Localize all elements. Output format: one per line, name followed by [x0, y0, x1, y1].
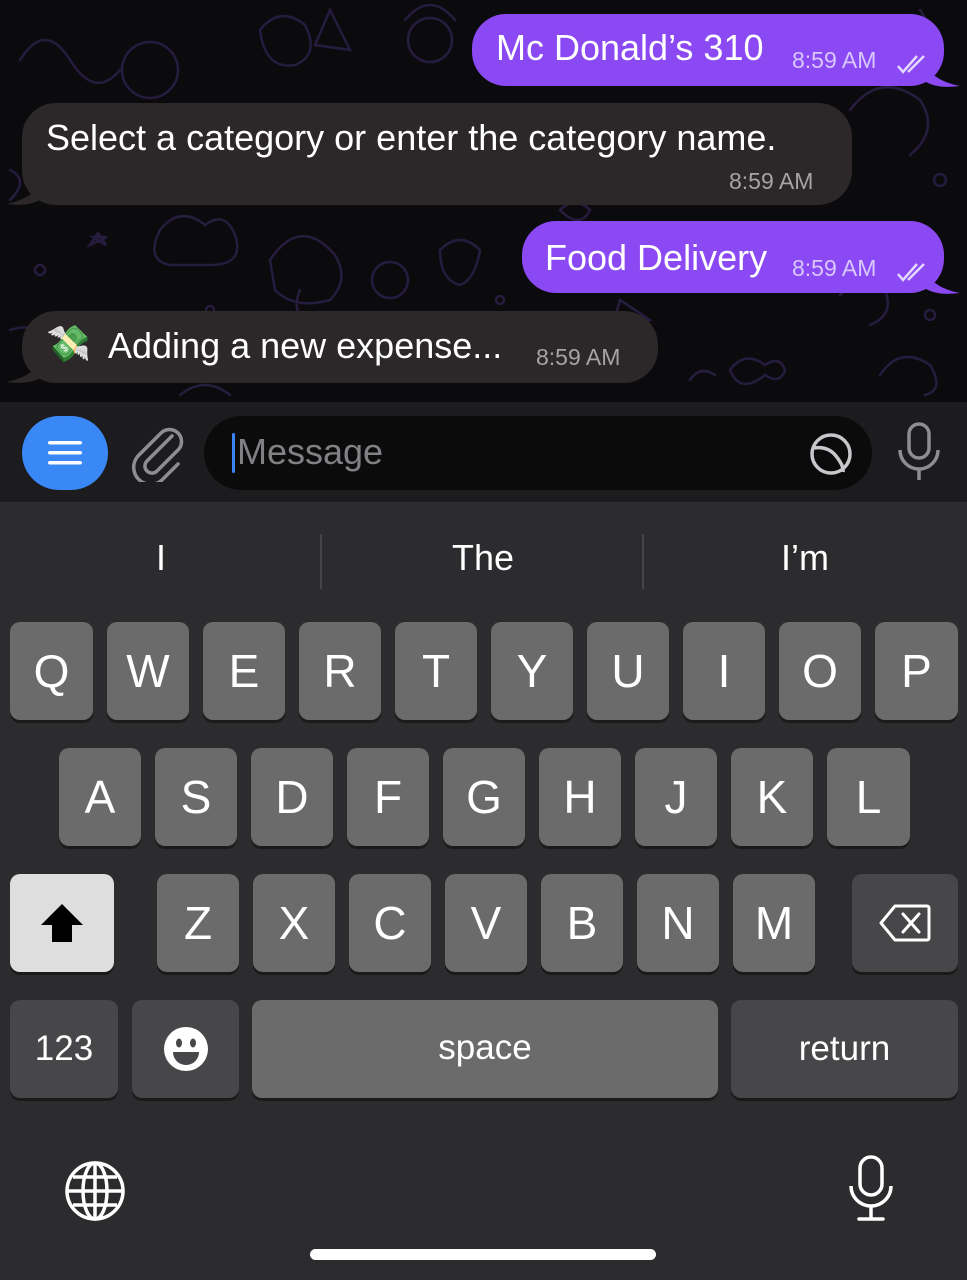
key-a[interactable]: A [59, 748, 141, 846]
key-l[interactable]: L [827, 748, 910, 846]
message-time: 8:59 AM [729, 168, 814, 194]
bubble-tail [926, 62, 960, 87]
backspace-icon [879, 904, 931, 942]
message-input[interactable]: Message [204, 416, 872, 490]
message-bubble-incoming[interactable]: 💸 Adding a new expense... 8:59 AM [22, 311, 658, 383]
key-c[interactable]: C [349, 874, 431, 972]
message-bubble-outgoing[interactable]: Mc Donald’s 310 8:59 AM [472, 14, 944, 86]
key-n[interactable]: N [637, 874, 719, 972]
backspace-key[interactable] [852, 874, 958, 972]
key-d[interactable]: D [251, 748, 333, 846]
shift-key[interactable] [10, 874, 114, 972]
key-r[interactable]: R [299, 622, 381, 720]
message-placeholder: Message [237, 431, 384, 472]
bot-menu-button[interactable] [22, 416, 108, 490]
message-input-bar: Message [0, 402, 967, 502]
emoji-icon [163, 1027, 208, 1071]
message-time: 8:59 AM [536, 344, 621, 370]
key-f[interactable]: F [347, 748, 429, 846]
key-s[interactable]: S [155, 748, 237, 846]
bubble-tail [6, 358, 40, 383]
key-j[interactable]: J [635, 748, 717, 846]
dictation-icon[interactable] [846, 1154, 896, 1224]
suggestion-3[interactable]: I’m [644, 537, 966, 579]
read-checkmarks-icon [897, 263, 925, 282]
message-text: Food Delivery [545, 237, 768, 278]
on-screen-keyboard: I The I’m Q W E R T Y U I O P A S D F G … [0, 502, 967, 1280]
hamburger-menu-icon [48, 441, 82, 465]
key-k[interactable]: K [731, 748, 813, 846]
microphone-icon[interactable] [894, 420, 944, 484]
message-bubble-incoming[interactable]: Select a category or enter the category … [22, 103, 852, 205]
read-checkmarks-icon [897, 55, 925, 74]
bubble-tail [926, 269, 960, 294]
key-p[interactable]: P [875, 622, 958, 720]
key-i[interactable]: I [683, 622, 765, 720]
emoji-key[interactable] [132, 1000, 239, 1098]
message-text: Adding a new expense... [108, 325, 503, 366]
numbers-key[interactable]: 123 [10, 1000, 118, 1098]
message-time: 8:59 AM [792, 255, 877, 281]
message-text: Select a category or enter the category … [46, 117, 777, 158]
suggestion-1[interactable]: I [0, 537, 322, 579]
message-bubble-outgoing[interactable]: Food Delivery 8:59 AM [522, 221, 944, 293]
key-o[interactable]: O [779, 622, 861, 720]
key-x[interactable]: X [253, 874, 335, 972]
chat-area: Mc Donald’s 310 8:59 AM Select a categor… [0, 0, 967, 402]
key-v[interactable]: V [445, 874, 527, 972]
key-w[interactable]: W [107, 622, 189, 720]
key-h[interactable]: H [539, 748, 621, 846]
key-t[interactable]: T [395, 622, 477, 720]
key-e[interactable]: E [203, 622, 285, 720]
key-q[interactable]: Q [10, 622, 93, 720]
text-caret [232, 433, 235, 473]
return-key[interactable]: return [731, 1000, 958, 1098]
money-wings-emoji: 💸 [46, 323, 91, 364]
space-key[interactable]: space [252, 1000, 718, 1098]
sticker-icon[interactable] [808, 431, 854, 477]
message-time: 8:59 AM [792, 47, 877, 73]
message-text: Mc Donald’s 310 [496, 27, 764, 68]
key-y[interactable]: Y [491, 622, 573, 720]
suggestion-2[interactable]: The [322, 537, 644, 579]
key-g[interactable]: G [443, 748, 525, 846]
key-z[interactable]: Z [157, 874, 239, 972]
bubble-tail [6, 180, 40, 205]
paperclip-icon[interactable] [128, 422, 184, 482]
shift-icon [41, 904, 83, 942]
key-b[interactable]: B [541, 874, 623, 972]
globe-icon[interactable] [64, 1160, 126, 1222]
key-m[interactable]: M [733, 874, 815, 972]
key-u[interactable]: U [587, 622, 669, 720]
home-indicator[interactable] [310, 1249, 656, 1260]
